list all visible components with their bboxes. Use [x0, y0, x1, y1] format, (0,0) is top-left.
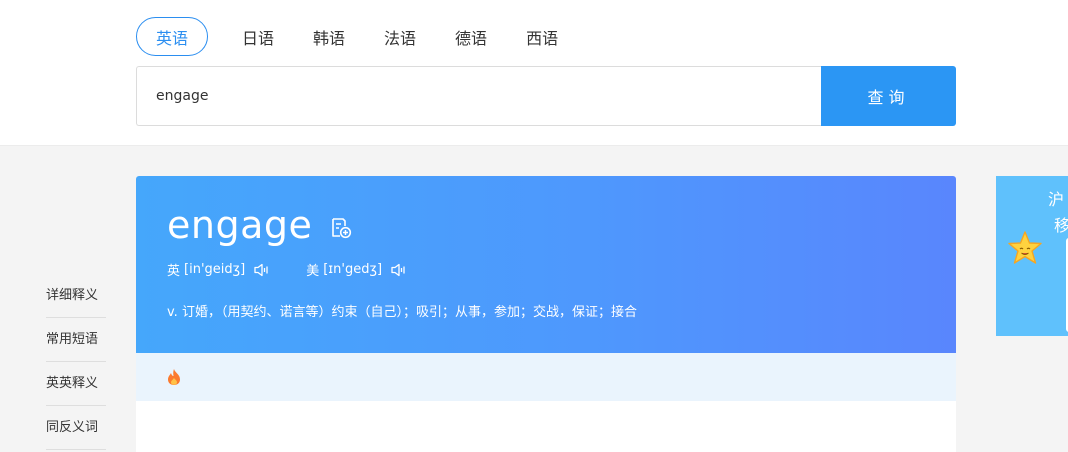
- side-nav-english-definition[interactable]: 英英释义: [46, 362, 106, 406]
- headword: engage: [167, 203, 313, 247]
- promo-text-line2: 移: [1054, 216, 1068, 235]
- us-pronunciation: 美 [ɪn'gedʒ]: [306, 260, 407, 279]
- uk-pronunciation: 英 [in'geidʒ]: [167, 260, 270, 279]
- fire-icon: [168, 369, 180, 385]
- basic-definition: v. 订婚，（用契约、诺言等）约束（自己）；吸引；从事，参加；交战，保证；接合: [167, 305, 637, 320]
- tab-french[interactable]: 法语: [384, 25, 416, 49]
- search-header: 英语 日语 韩语 法语 德语 西语 查询: [0, 0, 1068, 146]
- search-bar: 查询: [136, 66, 956, 126]
- tab-korean[interactable]: 韩语: [313, 25, 345, 49]
- side-nav: 详细释义 常用短语 英英释义 同反义词: [46, 274, 106, 450]
- side-nav-common-phrases[interactable]: 常用短语: [46, 318, 106, 362]
- us-label: 美: [306, 264, 320, 279]
- word-card-subbar: [136, 353, 956, 401]
- uk-phonetic: [in'geidʒ]: [184, 262, 246, 277]
- side-nav-detailed-definition[interactable]: 详细释义: [46, 274, 106, 318]
- promo-text-line1: 沪: [1048, 190, 1065, 209]
- word-card-header: engage 英 [in'geidʒ] 美 [ɪn'gedʒ] v. 订婚，（用…: [136, 176, 956, 353]
- tab-spanish[interactable]: 西语: [526, 25, 558, 49]
- speaker-icon[interactable]: [253, 263, 270, 277]
- uk-label: 英: [167, 264, 181, 279]
- search-button[interactable]: 查询: [821, 66, 956, 126]
- side-nav-synonyms-antonyms[interactable]: 同反义词: [46, 406, 106, 450]
- word-card: engage 英 [in'geidʒ] 美 [ɪn'gedʒ] v. 订婚，（用…: [136, 176, 956, 452]
- promo-banner[interactable]: 沪 移: [996, 176, 1068, 336]
- search-input[interactable]: [136, 66, 821, 126]
- star-icon: [1008, 231, 1042, 264]
- phonetics: 英 [in'geidʒ] 美 [ɪn'gedʒ]: [167, 260, 443, 279]
- speaker-icon[interactable]: [390, 263, 407, 277]
- tab-english[interactable]: 英语: [136, 17, 208, 56]
- tab-japanese[interactable]: 日语: [242, 25, 274, 49]
- tab-german[interactable]: 德语: [455, 25, 487, 49]
- notebook-add-icon[interactable]: [330, 217, 352, 239]
- us-phonetic: [ɪn'gedʒ]: [323, 262, 383, 277]
- language-tabs: 英语 日语 韩语 法语 德语 西语: [136, 17, 597, 56]
